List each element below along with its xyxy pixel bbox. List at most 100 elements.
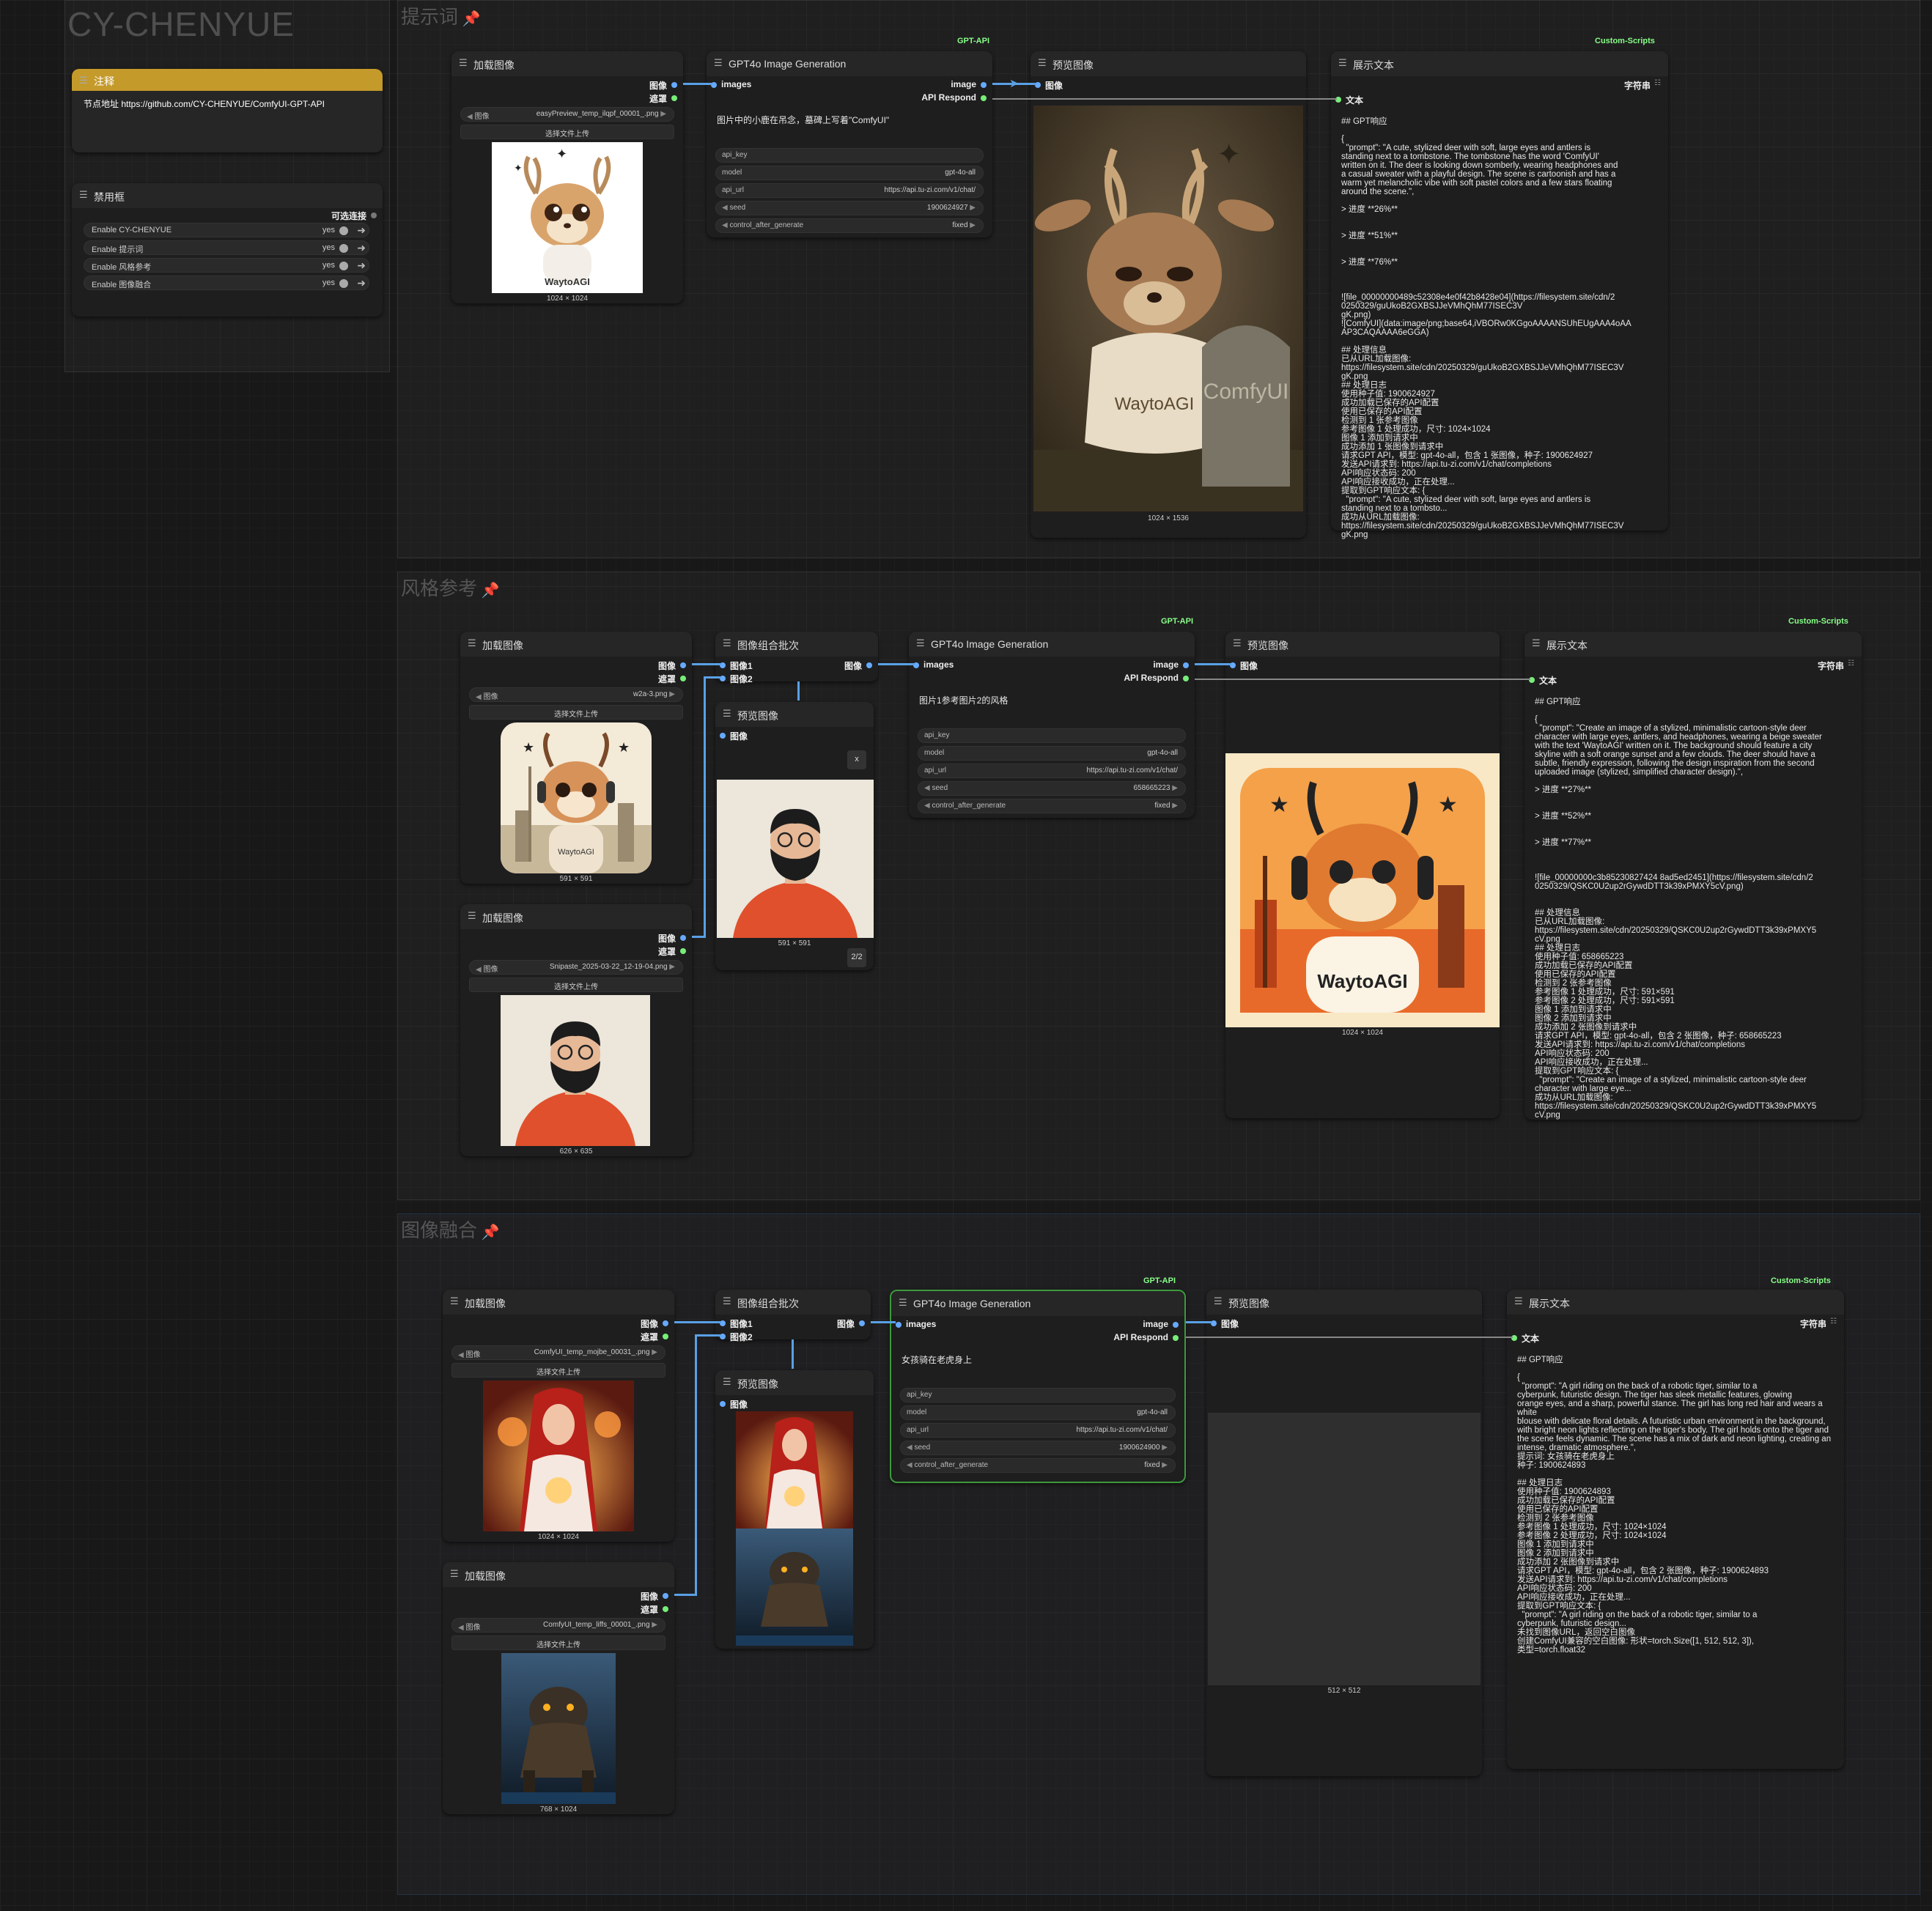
preview-image-node[interactable]: 预览图像 图像 512 × 512 bbox=[1206, 1290, 1482, 1776]
node-header[interactable]: GPT4o Image Generation bbox=[891, 1291, 1184, 1316]
seed-stepper[interactable]: ◀ seed 1900624900 ▶ bbox=[900, 1441, 1176, 1455]
grip-icon[interactable]: ☷ bbox=[1848, 659, 1854, 668]
toggle-knob[interactable] bbox=[339, 226, 348, 235]
output-image-port[interactable] bbox=[1183, 662, 1189, 668]
output-image-port[interactable] bbox=[680, 935, 686, 941]
input-images-port[interactable] bbox=[896, 1322, 902, 1328]
node-header[interactable]: 预览图像 bbox=[1030, 51, 1306, 76]
model-field[interactable]: model gpt-4o-all bbox=[715, 166, 984, 180]
prompt-textarea[interactable]: 图片中的小鹿在吊念，墓碑上写着"ComfyUI" bbox=[717, 115, 889, 126]
output-image-port[interactable] bbox=[680, 662, 686, 668]
note-header[interactable]: 注释 bbox=[72, 69, 383, 91]
input-image-port[interactable] bbox=[720, 1401, 726, 1407]
image-batch-node[interactable]: 图像组合批次 图像1 图像2 图像 bbox=[715, 1290, 871, 1342]
arrow-right-icon[interactable]: ➜ bbox=[357, 259, 366, 272]
toggle-knob[interactable] bbox=[339, 262, 348, 270]
bypass-node[interactable]: 禁用框 可选连接 Enable CY-CHENYUE yes ➜ Enable 提示… bbox=[72, 183, 383, 317]
prompt-textarea[interactable]: 图片1参考图片2的风格 bbox=[919, 695, 1008, 706]
note-node[interactable]: 注释 节点地址 https://github.com/CY-CHENYUE/Co… bbox=[72, 69, 383, 152]
upload-button[interactable]: 选择文件上传 bbox=[460, 125, 674, 139]
arrow-right-icon[interactable]: ➜ bbox=[357, 224, 366, 237]
arrow-right-icon[interactable]: ➜ bbox=[357, 242, 366, 254]
response-text[interactable]: ## GPT响应 { "prompt": "A girl riding on t… bbox=[1517, 1356, 1840, 1655]
pin-icon[interactable]: 📌 bbox=[477, 583, 500, 599]
api-key-field[interactable]: api_key bbox=[918, 728, 1186, 743]
pin-icon[interactable]: 📌 bbox=[477, 1224, 500, 1241]
load-image-node[interactable]: 加载图像 图像 遮罩 ◀ 图像easyPreview_temp_ilqpf_00… bbox=[451, 51, 683, 303]
toggle-knob[interactable] bbox=[339, 279, 348, 288]
load-image-node[interactable]: 加载图像 图像 遮罩 ◀ 图像ComfyUI_temp_liffs_00001_… bbox=[443, 1562, 674, 1814]
model-field[interactable]: model gpt-4o-all bbox=[918, 746, 1186, 761]
output-api-port[interactable] bbox=[1183, 676, 1189, 681]
preview-image-node[interactable]: 预览图像 图像 WaytoAGI ComfyUI ✦ 1024 × 1536 bbox=[1030, 51, 1306, 538]
node-header[interactable]: 图像组合批次 bbox=[715, 632, 878, 657]
api-key-field[interactable]: api_key bbox=[900, 1388, 1176, 1402]
node-header[interactable]: GPT4o Image Generation bbox=[707, 51, 992, 76]
output-image-port[interactable] bbox=[663, 1593, 668, 1599]
node-header[interactable]: 加载图像 bbox=[460, 904, 692, 929]
output-image-port[interactable] bbox=[981, 82, 987, 88]
load-image-node[interactable]: 加载图像 图像 遮罩 ◀ 图像Snipaste_2025-03-22_12-19… bbox=[460, 904, 692, 1156]
node-header[interactable]: 展示文本 bbox=[1524, 632, 1862, 657]
load-image-node[interactable]: 加载图像 图像 遮罩 ◀ 图像w2a-3.png ▶ 选择文件上传 WaytoA… bbox=[460, 632, 692, 884]
toggle-enable-cy[interactable]: Enable CY-CHENYUE yes ➜ bbox=[84, 223, 369, 237]
prompt-textarea[interactable]: 女孩骑在老虎身上 bbox=[902, 1355, 972, 1366]
output-mask-port[interactable] bbox=[680, 676, 686, 681]
node-header[interactable]: 预览图像 bbox=[715, 702, 874, 727]
upload-button[interactable]: 选择文件上传 bbox=[451, 1635, 665, 1650]
upload-button[interactable]: 选择文件上传 bbox=[469, 705, 683, 720]
node-header[interactable]: 加载图像 bbox=[451, 51, 683, 76]
close-batch-button[interactable]: x bbox=[847, 750, 866, 769]
gpt4o-node[interactable]: GPT4o Image Generation images image API … bbox=[707, 51, 992, 237]
preview-image-node[interactable]: 预览图像 图像 x 591 × 591 2/2 bbox=[715, 702, 874, 970]
control-after-generate-select[interactable]: ◀ control_after_generate fixed ▶ bbox=[918, 799, 1186, 813]
group-title[interactable]: 图像融合 📌 bbox=[401, 1216, 499, 1243]
gpt4o-node[interactable]: GPT4o Image Generation images image API … bbox=[909, 632, 1195, 818]
api-key-field[interactable]: api_key bbox=[715, 148, 984, 163]
image-file-select[interactable]: ◀ 图像 easyPreview_temp_ilqpf_00001_.png ▶ bbox=[460, 107, 674, 122]
output-mask-port[interactable] bbox=[663, 1606, 668, 1612]
node-header[interactable]: 加载图像 bbox=[460, 632, 692, 657]
grip-icon[interactable]: ☷ bbox=[1830, 1317, 1837, 1326]
toggle-enable-fusion[interactable]: Enable 图像融合 yes ➜ bbox=[84, 276, 369, 290]
image-batch-node[interactable]: 图像组合批次 图像1 图像2 图像 bbox=[715, 632, 878, 684]
response-text[interactable]: ## GPT响应 { "prompt": "Create an image of… bbox=[1535, 698, 1857, 1120]
output-api-port[interactable] bbox=[981, 95, 987, 101]
output-mask-port[interactable] bbox=[663, 1334, 668, 1339]
output-image-port[interactable] bbox=[866, 662, 872, 668]
api-url-field[interactable]: api_url https://api.tu-zi.com/v1/chat/ bbox=[918, 764, 1186, 778]
group-title[interactable]: 提示词 📌 bbox=[401, 2, 480, 29]
node-header[interactable]: 加载图像 bbox=[443, 1290, 674, 1315]
api-url-field[interactable]: api_url https://api.tu-zi.com/v1/chat/ bbox=[715, 183, 984, 198]
show-text-node[interactable]: 展示文本 字符串 ☷ 文本 ## GPT响应 { "prompt": "A gi… bbox=[1507, 1290, 1844, 1769]
model-field[interactable]: model gpt-4o-all bbox=[900, 1405, 1176, 1420]
bypass-header[interactable]: 禁用框 bbox=[72, 183, 383, 208]
api-url-field[interactable]: api_url https://api.tu-zi.com/v1/chat/ bbox=[900, 1423, 1176, 1438]
output-image-port[interactable] bbox=[859, 1320, 865, 1326]
node-header[interactable]: 图像组合批次 bbox=[715, 1290, 871, 1315]
toggle-enable-prompt[interactable]: Enable 提示词 yes ➜ bbox=[84, 240, 369, 255]
output-mask-port[interactable] bbox=[671, 95, 677, 101]
image-file-select[interactable]: ◀ 图像 ComfyUI_temp_liffs_00001_.png ▶ bbox=[451, 1618, 665, 1633]
node-header[interactable]: 预览图像 bbox=[715, 1370, 874, 1395]
upload-button[interactable]: 选择文件上传 bbox=[451, 1363, 665, 1378]
group-title[interactable]: 风格参考 📌 bbox=[401, 574, 499, 601]
image-file-select[interactable]: ◀ 图像 Snipaste_2025-03-22_12-19-04.png ▶ bbox=[469, 960, 683, 975]
image-file-select[interactable]: ◀ 图像 ComfyUI_temp_mojbe_00031_.png ▶ bbox=[451, 1345, 665, 1360]
image-file-select[interactable]: ◀ 图像 w2a-3.png ▶ bbox=[469, 687, 683, 702]
node-header[interactable]: 展示文本 bbox=[1507, 1290, 1844, 1315]
grip-icon[interactable]: ☷ bbox=[1654, 79, 1661, 87]
show-text-node[interactable]: 展示文本 字符串 ☷ 文本 ## GPT响应 { "prompt": "Crea… bbox=[1524, 632, 1862, 1120]
batch-counter-button[interactable]: 2/2 bbox=[847, 948, 866, 967]
preview-image-node[interactable]: 预览图像 图像 bbox=[715, 1370, 874, 1649]
response-text[interactable]: ## GPT响应 { "prompt": "A cute, stylized d… bbox=[1341, 117, 1664, 539]
upload-button[interactable]: 选择文件上传 bbox=[469, 977, 683, 992]
seed-stepper[interactable]: ◀ seed 1900624927 ▶ bbox=[715, 201, 984, 215]
input-image-port[interactable] bbox=[720, 733, 726, 739]
note-text[interactable]: 节点地址 https://github.com/CY-CHENYUE/Comfy… bbox=[84, 99, 325, 110]
arrow-right-icon[interactable]: ➜ bbox=[357, 277, 366, 289]
toggle-enable-style[interactable]: Enable 风格参考 yes ➜ bbox=[84, 258, 369, 273]
node-header[interactable]: 预览图像 bbox=[1225, 632, 1500, 657]
output-mask-port[interactable] bbox=[680, 948, 686, 954]
optional-connection-port[interactable] bbox=[371, 212, 377, 218]
